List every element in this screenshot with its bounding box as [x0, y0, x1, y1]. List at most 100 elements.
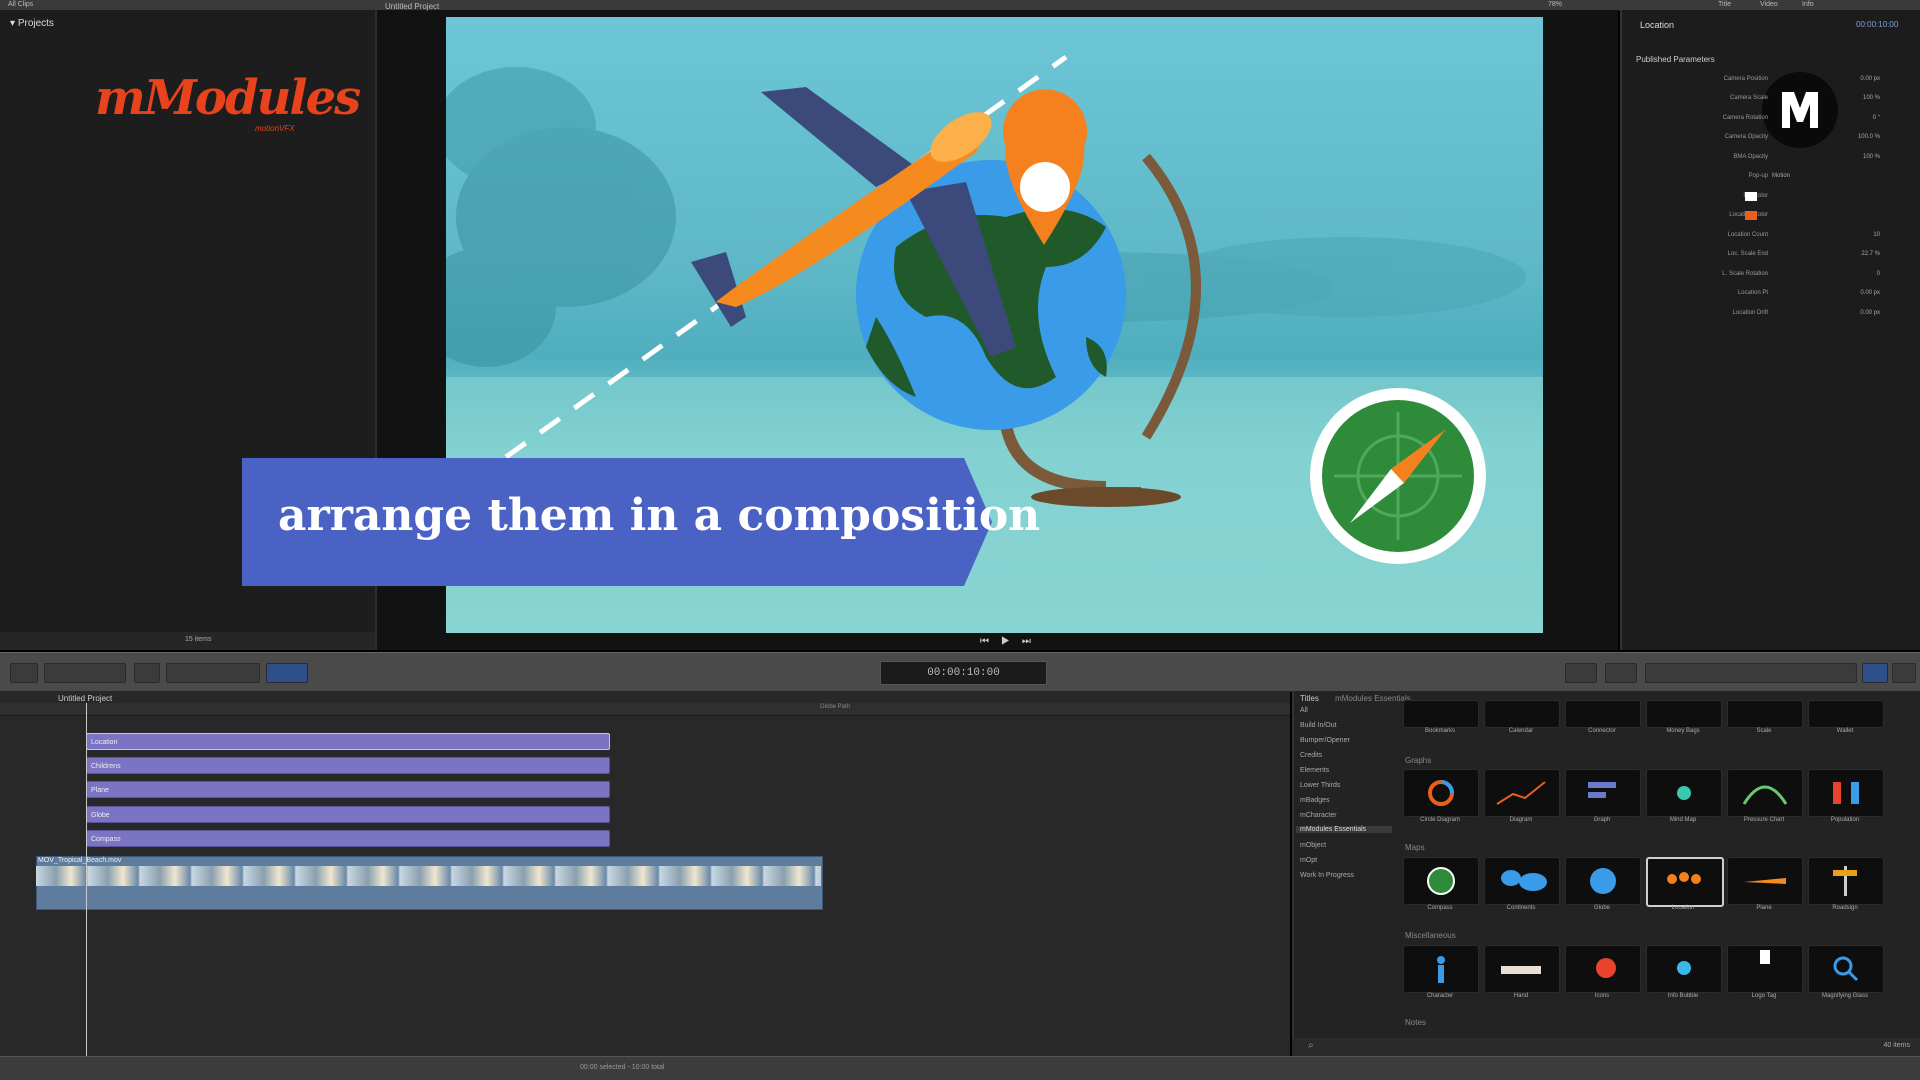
retime-button[interactable]	[1605, 663, 1637, 683]
bookmarks-tile[interactable]	[1403, 700, 1479, 728]
tile-label: Location	[1671, 905, 1695, 911]
param-row[interactable]: Loc. Scale End 22.7 %	[1640, 248, 1880, 264]
tile-label: Info Bubble	[1667, 993, 1699, 999]
pressure-chart-tile[interactable]	[1727, 769, 1803, 817]
maps-section-header: Maps	[1405, 843, 1425, 852]
param-row[interactable]: Pin Color	[1640, 190, 1880, 206]
timecode-display[interactable]: 00:00:10:00	[880, 661, 1047, 685]
mmodules-logo: mModules	[95, 70, 361, 126]
title-clip[interactable]: Compass	[86, 830, 610, 847]
category-item[interactable]: mOpt	[1300, 857, 1317, 864]
title-clip[interactable]: Globe	[86, 806, 610, 823]
select-tool-button[interactable]	[266, 663, 308, 683]
graph-tile[interactable]	[1565, 769, 1641, 817]
compass-icon[interactable]	[1310, 388, 1486, 564]
published-parameters-header[interactable]: Published Parameters	[1636, 55, 1715, 64]
caption-text: arrange them in a composition	[278, 490, 1041, 541]
enhance-button[interactable]	[1565, 663, 1597, 683]
category-item[interactable]: All	[1300, 707, 1308, 714]
population-tile[interactable]	[1808, 769, 1884, 817]
category-item[interactable]: Lower Thirds	[1300, 782, 1340, 789]
title-clip[interactable]: Plane	[86, 781, 610, 798]
calendar-tile[interactable]	[1484, 700, 1560, 728]
globe-tile[interactable]	[1565, 857, 1641, 905]
compass-tile[interactable]	[1403, 857, 1479, 905]
param-row[interactable]: Location Count 10	[1640, 229, 1880, 245]
tile-label: Calendar	[1508, 728, 1534, 734]
transport-controls[interactable]: ⏮▶⏭	[980, 636, 1043, 647]
inspector-title: Location	[1640, 20, 1675, 30]
status-text: 00:00 selected - 10:00 total	[580, 1064, 665, 1071]
location-tile-selected[interactable]	[1646, 857, 1724, 907]
graphs-section-header: Graphs	[1405, 756, 1432, 765]
hand-tile[interactable]	[1484, 945, 1560, 993]
title-clip[interactable]: Location	[86, 733, 610, 750]
category-item[interactable]: Build In/Out	[1300, 722, 1337, 729]
diagram-tile[interactable]	[1484, 769, 1560, 817]
tile-label: Bookmarks	[1424, 728, 1455, 734]
plane-tile[interactable]	[1727, 857, 1803, 905]
timeline-ruler[interactable]: Globe Path	[0, 703, 1290, 716]
tab-video[interactable]: Video	[1760, 1, 1778, 8]
info-bubble-tile[interactable]	[1646, 945, 1722, 993]
browser-header: Titles mModules Essentials	[1300, 694, 1411, 703]
tile-label: Money Bags	[1666, 728, 1700, 734]
share-button[interactable]	[1892, 663, 1916, 683]
param-row[interactable]: Location Pt 0.00 px	[1640, 287, 1880, 303]
tile-label: Pressure Chart	[1743, 817, 1785, 823]
category-item[interactable]: Elements	[1300, 767, 1329, 774]
zoom-label[interactable]: 78%	[1548, 1, 1562, 8]
tile-label: Circle Diagram	[1420, 817, 1460, 823]
icons-tile[interactable]	[1565, 945, 1641, 993]
tab-title[interactable]: Title	[1718, 1, 1731, 8]
category-item[interactable]: mObject	[1300, 842, 1326, 849]
pin-color-swatch[interactable]	[1745, 192, 1757, 201]
projects-header[interactable]: ▾ Projects	[10, 18, 54, 29]
search-icon[interactable]: ⌕	[1308, 1040, 1314, 1051]
tile-label: Population	[1830, 817, 1860, 823]
connector-tile[interactable]	[1565, 700, 1641, 728]
tile-label: Compass	[1427, 905, 1453, 911]
tab-info[interactable]: Info	[1802, 1, 1814, 8]
param-row[interactable]: Location Color	[1640, 209, 1880, 225]
param-row[interactable]: Pop-up Motion	[1640, 170, 1880, 186]
param-row[interactable]: L. Scale Rotation 0	[1640, 268, 1880, 284]
import-button[interactable]	[10, 663, 38, 683]
edit-buttons[interactable]	[166, 663, 260, 683]
param-row[interactable]: Location Drift 0.00 px	[1640, 307, 1880, 323]
money-bags-tile[interactable]	[1646, 700, 1722, 728]
wallet-tile[interactable]	[1808, 700, 1884, 728]
category-item[interactable]: Bumper/Opener	[1300, 737, 1350, 744]
location-color-swatch[interactable]	[1745, 211, 1757, 220]
tile-label: Diagram	[1509, 817, 1533, 823]
param-row[interactable]: BMA Opacity 100 %	[1640, 151, 1880, 167]
edit-mode-buttons[interactable]	[44, 663, 126, 683]
title-browser-button[interactable]	[1862, 663, 1888, 683]
circle-diagram-tile[interactable]	[1403, 769, 1479, 817]
roadsign-tile[interactable]	[1808, 857, 1884, 905]
all-clips-label[interactable]: All Clips	[8, 1, 33, 8]
playhead[interactable]	[86, 703, 87, 1056]
param-row[interactable]: Camera Opacity 100.0 %	[1640, 131, 1880, 147]
scale-tile[interactable]	[1727, 700, 1803, 728]
logo-tag-tile[interactable]	[1727, 945, 1803, 993]
browser-item-count: 40 items	[1883, 1042, 1910, 1049]
category-item[interactable]: mBadges	[1300, 797, 1330, 804]
tile-label: Globe	[1593, 905, 1610, 911]
key-icon[interactable]	[134, 663, 160, 683]
param-row[interactable]: Camera Scale 100 %	[1640, 92, 1880, 108]
category-item-selected[interactable]: mModules Essentials	[1296, 826, 1392, 833]
library-footer: 15 items	[0, 632, 375, 650]
category-item[interactable]: Credits	[1300, 752, 1322, 759]
continents-tile[interactable]	[1484, 857, 1560, 905]
mind-map-tile[interactable]	[1646, 769, 1722, 817]
category-item[interactable]: Work In Progress	[1300, 872, 1354, 879]
param-row[interactable]: Camera Position 0.00 px	[1640, 73, 1880, 89]
magnifying-glass-tile[interactable]	[1808, 945, 1884, 993]
browser-toggle-buttons[interactable]	[1645, 663, 1857, 683]
category-item[interactable]: mCharacter	[1300, 812, 1337, 819]
character-tile[interactable]	[1403, 945, 1479, 993]
tile-label: Magnifying Glass	[1821, 993, 1869, 999]
param-row[interactable]: Camera Rotation 0 °	[1640, 112, 1880, 128]
title-clip[interactable]: Childrens	[86, 757, 610, 774]
